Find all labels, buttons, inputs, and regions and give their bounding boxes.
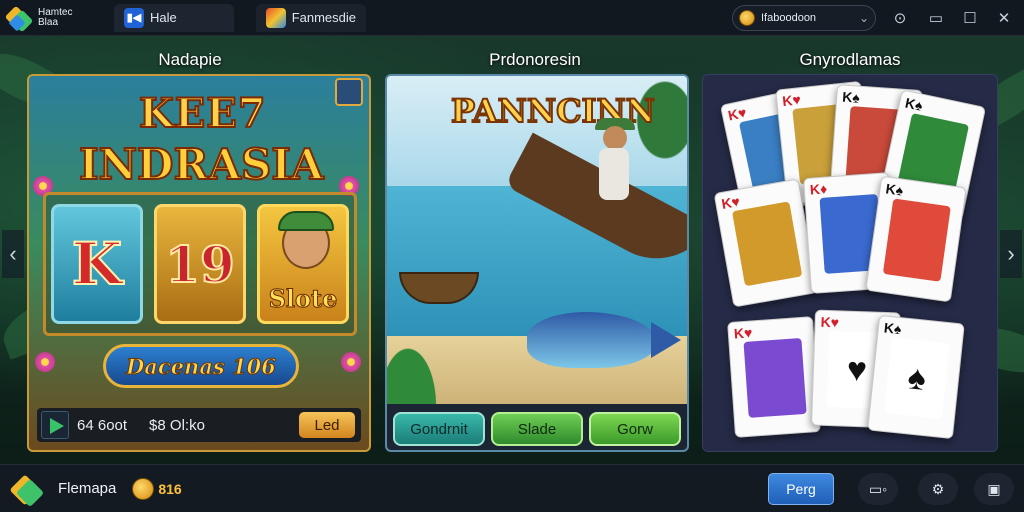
account-label: Ifaboodoon: [761, 12, 817, 24]
play-button[interactable]: Perg: [768, 473, 834, 505]
reel-symbol-number: 19: [154, 204, 246, 324]
next-arrow-icon[interactable]: ›: [1000, 230, 1022, 278]
playing-card: K♠: [865, 175, 967, 303]
coin-icon: [132, 477, 155, 500]
playing-card: K♠ ♠: [867, 314, 965, 440]
game-tab-icon: [266, 7, 286, 28]
card-rank: K♠: [841, 88, 861, 106]
chevron-down-icon: ⌄: [858, 11, 869, 25]
fisherman-icon: [603, 126, 627, 150]
fishing-button-row: Gondrnit Slade Gorw: [387, 404, 687, 450]
column-heading-slots: Nadapie: [158, 50, 222, 69]
tab-home-label: Hale: [150, 10, 177, 25]
previous-arrow-icon[interactable]: ‹: [2, 230, 24, 278]
card-game-card[interactable]: K♥ K♥ K♠ K♠ K♥ K♦ K♠ K♥ K♥ ♥ K♠ ♠: [702, 74, 998, 452]
boat-icon: [504, 118, 687, 280]
card-art-icon: ♠: [884, 337, 950, 419]
coin-icon: [739, 10, 755, 26]
settings-icon[interactable]: ⚙: [918, 473, 958, 505]
maximize-icon[interactable]: ☐: [958, 6, 982, 30]
coin-balance: 816: [158, 480, 182, 497]
slot-game-card[interactable]: KEE7 INDRASIA K 19 Slote Dacenas 106 64 …: [27, 74, 371, 452]
reel-symbol-k: K: [51, 204, 143, 324]
fishing-button-2[interactable]: Slade: [491, 412, 583, 446]
fishing-button-3[interactable]: Gorw: [589, 412, 681, 446]
bottom-dock: Flemapa 816 Perg ▭◦ ⚙ ▣: [0, 464, 1024, 512]
card-rank: K♥: [733, 324, 753, 342]
reel-symbol-character: Slote: [257, 204, 349, 324]
card-art-icon: [743, 337, 807, 418]
home-tab-icon: ▮◀: [124, 7, 144, 28]
slot-title-line2: INDRASIA: [78, 139, 325, 190]
slot-title-line1: KEE7: [138, 89, 267, 138]
flower-icon: [341, 352, 361, 372]
minimize-icon[interactable]: ▭: [924, 6, 948, 30]
plant-icon: [387, 306, 457, 406]
card-rank: K♥: [820, 313, 840, 331]
screen-record-icon[interactable]: ▭◦: [858, 473, 898, 505]
card-rank: K♥: [720, 193, 742, 213]
close-icon[interactable]: ✕: [992, 6, 1016, 30]
dock-app-name: Flemapa: [58, 480, 117, 497]
card-art-icon: [732, 201, 803, 287]
flower-icon: [35, 352, 55, 372]
badge-icon: [335, 78, 363, 106]
dock-logo-icon: [9, 473, 45, 507]
title-bar: Hamtec Blaa ▮◀ Hale Fanmesdie Ifaboodoon…: [0, 0, 1024, 36]
column-heading-fishing: Prdonoresin: [489, 50, 581, 69]
slot-stats-right: $8 Ol:ko: [149, 416, 205, 434]
tab-home[interactable]: ▮◀ Hale: [114, 3, 234, 32]
fishing-button-1[interactable]: Gondrnit: [393, 412, 485, 446]
card-rank: K♠: [903, 94, 925, 114]
app-logo-icon: [4, 5, 34, 32]
app-name: Hamtec Blaa: [38, 6, 73, 28]
account-selector[interactable]: Ifaboodoon ⌄: [732, 5, 876, 31]
playing-card: K♥: [727, 316, 821, 438]
card-rank: K♥: [781, 91, 802, 110]
card-art-icon: [882, 198, 951, 282]
slot-info-bar: 64 6oot $8 Ol:ko Led: [37, 408, 361, 442]
character-hat-icon: [278, 211, 334, 231]
tab-game[interactable]: Fanmesdie: [256, 3, 366, 32]
card-rank: K♠: [884, 180, 905, 199]
slot-stats-left: 64 6oot: [77, 416, 128, 434]
save-icon[interactable]: ▣: [974, 473, 1014, 505]
column-heading-cards: Gnyrodlamas: [799, 50, 901, 69]
slot-banner: Dacenas 106: [103, 344, 299, 388]
help-icon[interactable]: ⊙: [888, 6, 912, 30]
slot-action-button[interactable]: Led: [299, 412, 355, 438]
tab-game-label: Fanmesdie: [291, 10, 356, 25]
reel-symbol-word: Slote: [268, 284, 338, 314]
fishing-game-card[interactable]: PANNCINN Gondrnit Slade Gorw: [385, 74, 689, 452]
card-rank: K♦: [809, 180, 828, 198]
card-rank: K♠: [883, 319, 903, 338]
play-store-icon: [41, 411, 69, 439]
